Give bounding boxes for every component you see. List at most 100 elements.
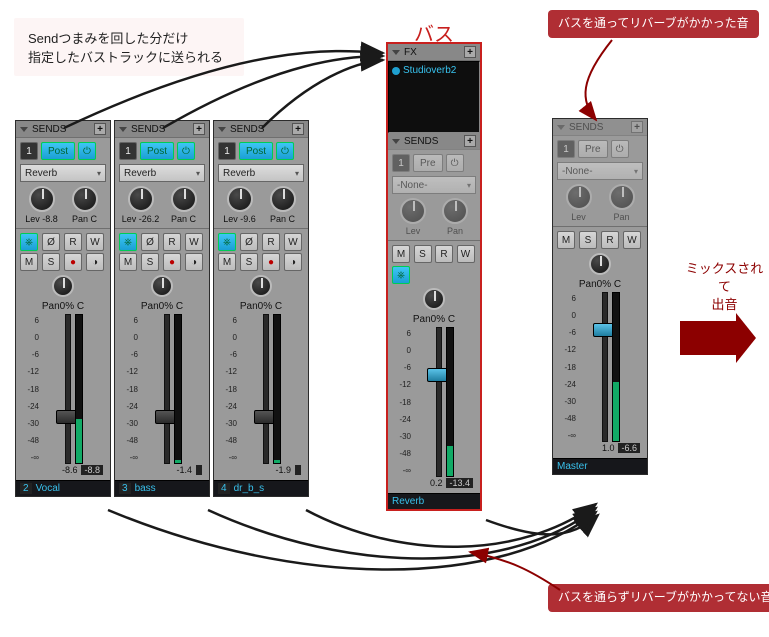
- post-button[interactable]: Post: [239, 142, 273, 160]
- collapse-icon[interactable]: [218, 127, 226, 132]
- monitor-button[interactable]: ◑: [284, 253, 302, 271]
- read-button[interactable]: R: [601, 231, 619, 249]
- solo-button[interactable]: S: [579, 231, 597, 249]
- add-icon[interactable]: +: [193, 123, 205, 135]
- send-dest-select[interactable]: -None-▾: [557, 162, 643, 180]
- add-icon[interactable]: +: [292, 123, 304, 135]
- record-button[interactable]: ●: [163, 253, 181, 271]
- send-pan-knob[interactable]: Pan C: [68, 186, 102, 224]
- add-icon[interactable]: +: [464, 135, 476, 147]
- send-level-knob[interactable]: Lev -9.6: [223, 186, 257, 224]
- pre-button[interactable]: Pre: [413, 154, 443, 172]
- pan-knob[interactable]: [244, 275, 278, 297]
- solo-button[interactable]: S: [240, 253, 258, 271]
- collapse-icon[interactable]: [392, 50, 400, 55]
- fader-scale: 60-6-12-18-24-30-48-∞: [20, 314, 42, 464]
- phase-button[interactable]: Ø: [141, 233, 159, 251]
- send-dest-select[interactable]: Reverb▾: [119, 164, 205, 182]
- mute-button[interactable]: M: [392, 245, 410, 263]
- mute-button[interactable]: M: [557, 231, 575, 249]
- send-slot-number[interactable]: 1: [392, 154, 410, 172]
- collapse-icon[interactable]: [119, 127, 127, 132]
- input-monitor-icon[interactable]: ⎈: [119, 233, 137, 251]
- solo-button[interactable]: S: [141, 253, 159, 271]
- track-name[interactable]: Vocal: [36, 483, 60, 494]
- pan-knob[interactable]: [46, 275, 80, 297]
- read-button[interactable]: R: [163, 233, 181, 251]
- record-button[interactable]: ●: [262, 253, 280, 271]
- write-button[interactable]: W: [86, 233, 104, 251]
- track-name[interactable]: Master: [557, 461, 588, 472]
- power-button[interactable]: ⏻: [446, 154, 464, 172]
- send-dest-select[interactable]: -None-▾: [392, 176, 476, 194]
- fx-list[interactable]: Studioverb2: [388, 61, 480, 133]
- section-header: FX +: [388, 44, 480, 60]
- send-slot-number[interactable]: 1: [218, 142, 236, 160]
- collapse-icon[interactable]: [20, 127, 28, 132]
- send-pan-knob[interactable]: Pan: [438, 198, 472, 236]
- pan-knob[interactable]: [583, 253, 617, 275]
- add-icon[interactable]: +: [94, 123, 106, 135]
- power-button[interactable]: ⏻: [276, 142, 294, 160]
- pan-knob[interactable]: [145, 275, 179, 297]
- power-button[interactable]: ⏻: [177, 142, 195, 160]
- send-pan-knob[interactable]: Pan: [605, 184, 639, 222]
- read-button[interactable]: R: [435, 245, 453, 263]
- solo-button[interactable]: S: [42, 253, 60, 271]
- send-level-knob[interactable]: Lev -26.2: [124, 186, 158, 224]
- input-monitor-icon[interactable]: ⎈: [218, 233, 236, 251]
- record-button[interactable]: ●: [64, 253, 82, 271]
- level-meter: [273, 314, 281, 464]
- send-level-knob[interactable]: Lev -8.8: [25, 186, 59, 224]
- fader-readout: 1.0 -6.6: [557, 442, 643, 454]
- send-slot-number[interactable]: 1: [119, 142, 137, 160]
- post-button[interactable]: Post: [140, 142, 174, 160]
- pre-button[interactable]: Pre: [578, 140, 608, 158]
- solo-button[interactable]: S: [414, 245, 432, 263]
- mute-button[interactable]: M: [218, 253, 236, 271]
- level-meter: [174, 314, 182, 464]
- note-sends: Sendつまみを回した分だけ 指定したバストラックに送られる: [14, 18, 244, 76]
- add-icon[interactable]: +: [631, 121, 643, 133]
- read-button[interactable]: R: [64, 233, 82, 251]
- monitor-button[interactable]: ◑: [185, 253, 203, 271]
- input-monitor-icon[interactable]: ⎈: [20, 233, 38, 251]
- phase-button[interactable]: Ø: [240, 233, 258, 251]
- send-dest-select[interactable]: Reverb▾: [218, 164, 304, 182]
- collapse-icon[interactable]: [392, 139, 400, 144]
- write-button[interactable]: W: [284, 233, 302, 251]
- fx-item[interactable]: Studioverb2: [392, 65, 476, 76]
- track-name[interactable]: dr_b_s: [234, 483, 265, 494]
- fader-scale: 60-6-12-18-24-30-48-∞: [119, 314, 141, 464]
- header-label: SENDS: [32, 124, 66, 135]
- power-button[interactable]: ⏻: [611, 140, 629, 158]
- write-button[interactable]: W: [185, 233, 203, 251]
- send-level-knob[interactable]: Lev: [396, 198, 430, 236]
- pan-knob[interactable]: [417, 288, 451, 310]
- track-name[interactable]: bass: [135, 483, 156, 494]
- write-button[interactable]: W: [457, 245, 475, 263]
- send-slot-number[interactable]: 1: [20, 142, 38, 160]
- mute-button[interactable]: M: [119, 253, 137, 271]
- mute-button[interactable]: M: [20, 253, 38, 271]
- level-meter: [612, 292, 620, 442]
- read-button[interactable]: R: [262, 233, 280, 251]
- fader-readout: -8.6 -8.8: [20, 464, 106, 476]
- write-button[interactable]: W: [623, 231, 641, 249]
- monitor-button[interactable]: ◑: [86, 253, 104, 271]
- power-button[interactable]: ⏻: [78, 142, 96, 160]
- phase-button[interactable]: Ø: [42, 233, 60, 251]
- input-monitor-icon[interactable]: ⎈: [392, 266, 410, 284]
- label-mix-out: ミックスされて出音: [680, 260, 769, 315]
- send-dest-select[interactable]: Reverb▾: [20, 164, 106, 182]
- post-button[interactable]: Post: [41, 142, 75, 160]
- send-level-knob[interactable]: Lev: [562, 184, 596, 222]
- send-pan-knob[interactable]: Pan C: [167, 186, 201, 224]
- collapse-icon[interactable]: [557, 125, 565, 130]
- fx-power-icon[interactable]: [392, 67, 400, 75]
- section-header: SENDS +: [16, 121, 110, 137]
- send-pan-knob[interactable]: Pan C: [266, 186, 300, 224]
- track-name[interactable]: Reverb: [392, 496, 424, 507]
- send-slot-number[interactable]: 1: [557, 140, 575, 158]
- add-icon[interactable]: +: [464, 46, 476, 58]
